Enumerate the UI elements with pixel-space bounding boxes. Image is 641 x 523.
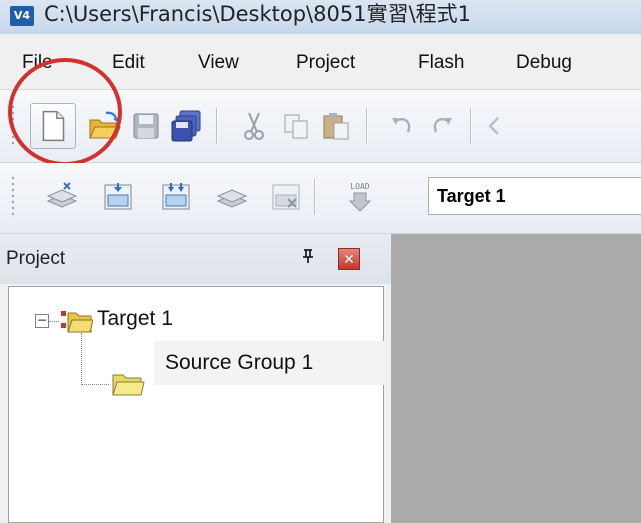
window-title: C:\Users\Francis\Desktop\8051實習\程式1 — [44, 2, 472, 26]
batch-build-button[interactable] — [214, 179, 250, 215]
build-toolbar: LOAD Target 1 — [0, 163, 641, 234]
project-panel: Project ✕ − Target 1 Source Group 1 — [0, 234, 391, 523]
tree-connector — [81, 384, 109, 385]
load-label: LOAD — [350, 182, 369, 191]
project-tree: − Target 1 Source Group 1 — [8, 286, 385, 523]
save-all-button[interactable] — [168, 108, 204, 144]
menu-flash[interactable]: Flash — [418, 52, 464, 74]
copy-icon — [284, 114, 308, 139]
batch-build-icon — [216, 189, 248, 208]
collapse-icon[interactable]: − — [35, 314, 49, 328]
title-bar: V4 C:\Users\Francis\Desktop\8051實習\程式1 — [0, 0, 641, 34]
target-folder-icon — [61, 311, 93, 333]
target-select[interactable]: Target 1 — [428, 177, 641, 215]
cut-button[interactable] — [236, 108, 272, 144]
load-icon: LOAD — [348, 182, 372, 212]
toolbar-grip[interactable] — [10, 104, 16, 148]
menu-file[interactable]: File — [22, 52, 53, 74]
close-panel-button[interactable]: ✕ — [338, 248, 360, 270]
toolbar-separator — [216, 108, 217, 144]
menu-project[interactable]: Project — [296, 52, 355, 74]
translate-icon — [46, 182, 78, 208]
paste-icon — [323, 113, 349, 140]
tree-item-source-group[interactable]: Source Group 1 — [165, 351, 377, 375]
menu-bar: File Edit View Project Flash Debug — [0, 34, 641, 90]
app-icon: V4 — [10, 6, 34, 26]
toolbar-grip[interactable] — [10, 175, 16, 219]
cut-icon — [244, 112, 264, 140]
pin-icon[interactable] — [300, 248, 316, 269]
menu-edit[interactable]: Edit — [112, 52, 145, 74]
navigate-back-icon — [488, 117, 499, 135]
copy-button[interactable] — [278, 108, 314, 144]
toolbar-separator — [470, 108, 471, 144]
tree-item-target[interactable]: Target 1 — [97, 307, 173, 331]
file-toolbar — [0, 90, 641, 163]
toolbar-separator — [314, 179, 315, 215]
build-button[interactable] — [100, 179, 136, 215]
paste-button[interactable] — [318, 108, 354, 144]
undo-button[interactable] — [384, 108, 420, 144]
open-file-icon — [89, 111, 121, 139]
project-panel-header: Project ✕ — [0, 234, 391, 284]
menu-view[interactable]: View — [198, 52, 239, 74]
tree-connector — [49, 321, 59, 322]
rebuild-icon — [162, 183, 190, 210]
open-file-button[interactable] — [86, 108, 122, 144]
load-button[interactable]: LOAD — [342, 179, 378, 215]
save-icon — [133, 113, 159, 139]
redo-button[interactable] — [424, 108, 460, 144]
menu-debug[interactable]: Debug — [516, 52, 572, 74]
panel-title: Project — [6, 248, 66, 269]
stop-build-icon — [272, 184, 300, 210]
navigate-back-button[interactable] — [482, 108, 518, 144]
build-icon — [104, 183, 132, 210]
undo-icon — [392, 118, 411, 133]
redo-icon — [433, 118, 452, 133]
save-all-icon — [171, 110, 201, 142]
stop-build-button[interactable] — [268, 179, 304, 215]
new-file-icon — [42, 110, 65, 142]
rebuild-button[interactable] — [158, 179, 194, 215]
tree-connector — [81, 333, 82, 385]
new-file-button[interactable] — [30, 103, 76, 149]
source-group-folder-icon — [112, 374, 145, 396]
toolbar-separator — [366, 108, 367, 144]
save-button[interactable] — [128, 108, 164, 144]
editor-workspace[interactable] — [391, 234, 641, 523]
translate-button[interactable] — [44, 179, 80, 215]
